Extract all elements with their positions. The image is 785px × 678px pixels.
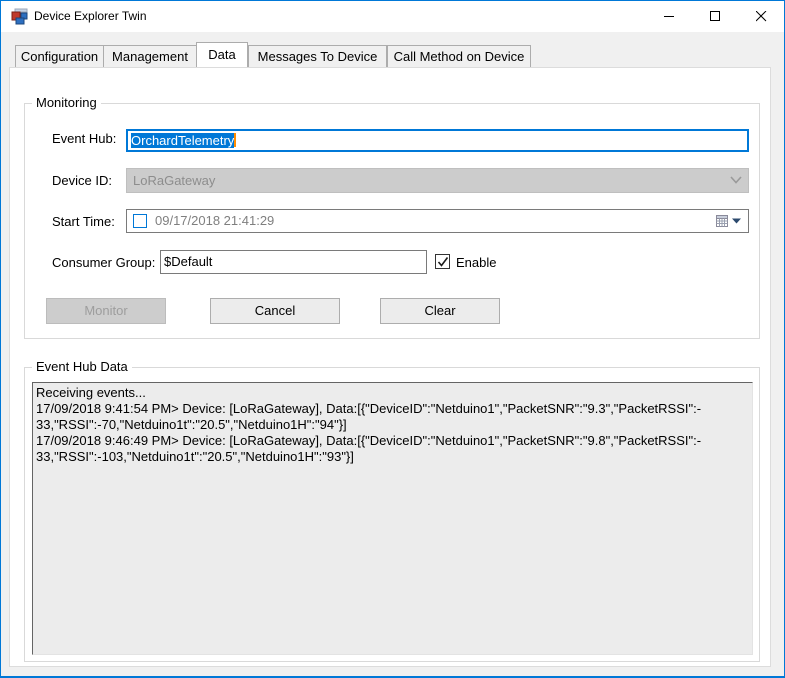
app-window: Device Explorer Twin Configuration Manag…: [0, 0, 785, 678]
monitoring-group-label: Monitoring: [32, 95, 101, 110]
start-time-picker[interactable]: 09/17/2018 21:41:29: [126, 209, 749, 233]
event-hub-input[interactable]: OrchardTelemetry: [126, 129, 749, 152]
tab-call-method-on-device[interactable]: Call Method on Device: [387, 45, 531, 67]
consumer-group-label: Consumer Group:: [52, 255, 156, 270]
log-line: 17/09/2018 9:46:49 PM> Device: [LoRaGate…: [36, 433, 702, 448]
tab-data[interactable]: Data: [196, 42, 248, 67]
tab-messages-to-device[interactable]: Messages To Device: [248, 45, 387, 67]
device-id-dropdown[interactable]: LoRaGateway: [126, 168, 749, 193]
event-hub-label: Event Hub:: [52, 131, 117, 146]
tab-management[interactable]: Management: [103, 45, 197, 67]
start-time-value: 09/17/2018 21:41:29: [155, 213, 275, 228]
tab-configuration[interactable]: Configuration: [15, 45, 104, 67]
enable-checkbox-label[interactable]: Enable: [456, 255, 496, 270]
device-id-label: Device ID:: [52, 173, 112, 188]
window-title: Device Explorer Twin: [34, 9, 147, 23]
consumer-group-input[interactable]: $Default: [160, 250, 427, 274]
text-caret: [234, 133, 237, 147]
close-button[interactable]: [738, 1, 784, 32]
start-time-label: Start Time:: [52, 214, 115, 229]
log-line: 17/09/2018 9:41:54 PM> Device: [LoRaGate…: [36, 401, 702, 416]
calendar-icon: [716, 215, 728, 227]
minimize-icon: [663, 16, 674, 17]
cancel-button[interactable]: Cancel: [210, 298, 340, 324]
checkmark-icon: [437, 257, 449, 267]
event-hub-selected-text: OrchardTelemetry: [131, 133, 235, 148]
app-icon: [11, 8, 28, 25]
close-icon: [755, 11, 766, 22]
chevron-down-icon: [730, 176, 742, 184]
event-hub-data-group: Event Hub Data Receiving events... 17/09…: [24, 359, 760, 662]
log-line: 33,"RSSI":-70,"Netduino1t":"20.5","Netdu…: [36, 417, 347, 432]
clear-button[interactable]: Clear: [380, 298, 500, 324]
maximize-icon: [709, 11, 720, 21]
title-bar[interactable]: Device Explorer Twin: [1, 1, 784, 32]
tab-page-data: Monitoring Event Hub: OrchardTelemetry D…: [9, 67, 771, 667]
monitoring-group: Monitoring Event Hub: OrchardTelemetry D…: [24, 95, 760, 339]
maximize-button[interactable]: [692, 1, 738, 32]
event-hub-data-group-label: Event Hub Data: [32, 359, 132, 374]
monitor-button[interactable]: Monitor: [46, 298, 166, 324]
log-line: 33,"RSSI":-103,"Netduino1t":"20.5","Netd…: [36, 449, 354, 464]
start-time-checkbox[interactable]: [133, 214, 147, 228]
minimize-button[interactable]: [646, 1, 692, 32]
log-line: Receiving events...: [36, 385, 146, 400]
event-hub-data-log[interactable]: Receiving events... 17/09/2018 9:41:54 P…: [32, 382, 753, 655]
start-time-dropdown-button[interactable]: [715, 212, 745, 230]
enable-checkbox[interactable]: [435, 254, 450, 269]
dropdown-arrow-icon: [732, 218, 741, 224]
